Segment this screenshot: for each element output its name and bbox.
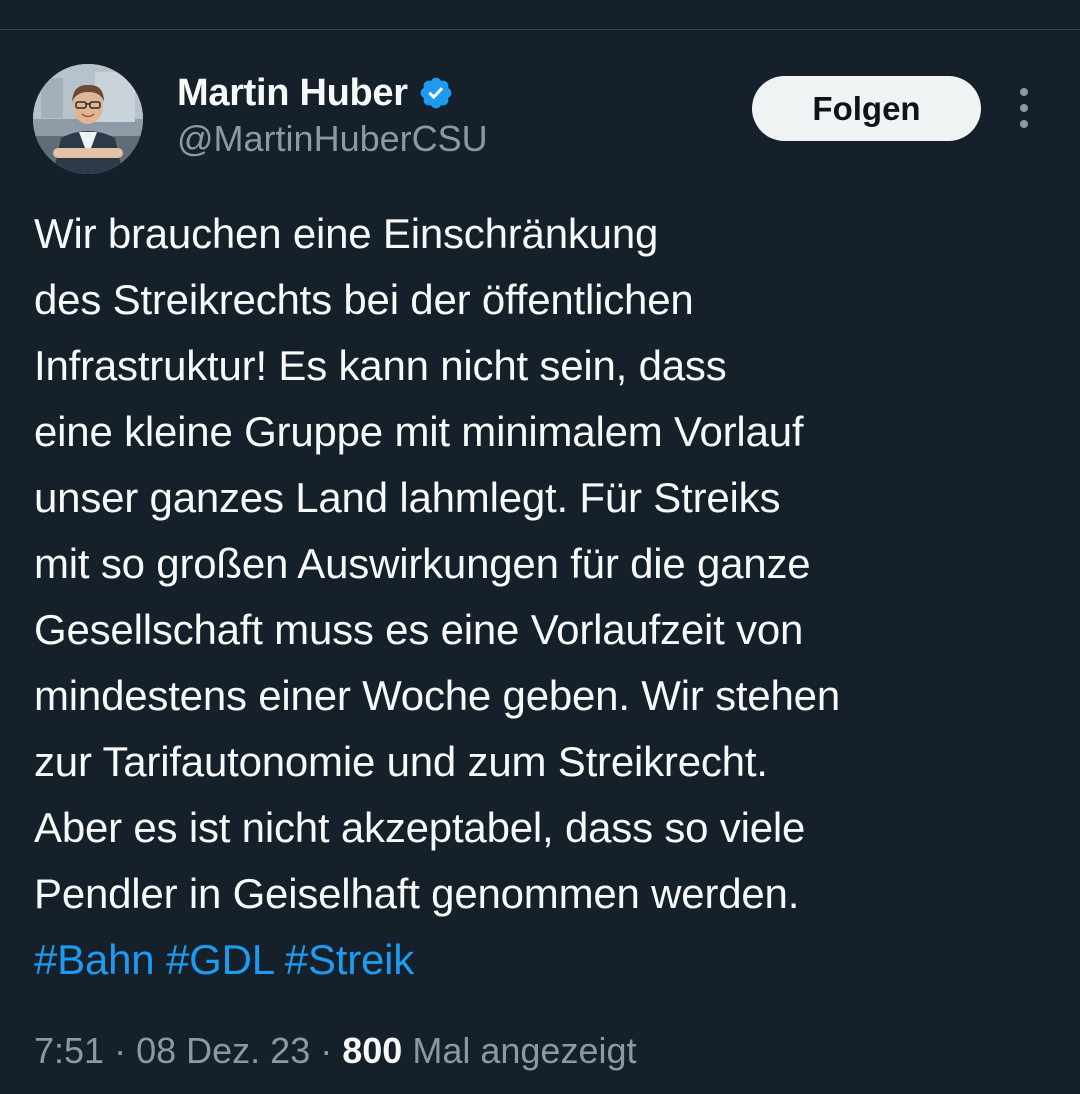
tweet-line: Infrastruktur! Es kann nicht sein, dass bbox=[34, 342, 727, 389]
hashtag-link[interactable]: #Streik bbox=[285, 936, 415, 983]
author-name[interactable]: Martin Huber bbox=[177, 72, 408, 115]
follow-button[interactable]: Folgen bbox=[752, 76, 981, 141]
hashtag-line: #Bahn #GDL #Streik bbox=[34, 927, 1064, 993]
tweet-text: Wir brauchen eine Einschränkung des Stre… bbox=[34, 201, 1064, 993]
tweet-line: Aber es ist nicht akzeptabel, dass so vi… bbox=[34, 804, 806, 851]
views-count[interactable]: 800 bbox=[342, 1030, 402, 1071]
more-options-icon[interactable] bbox=[1008, 88, 1040, 128]
views-label[interactable]: Mal angezeigt bbox=[412, 1030, 636, 1071]
hashtag-link[interactable]: #GDL bbox=[166, 936, 274, 983]
tweet-line: Pendler in Geiselhaft genommen werden. bbox=[34, 870, 800, 917]
avatar[interactable] bbox=[33, 64, 143, 174]
tweet-line: eine kleine Gruppe mit minimalem Vorlauf bbox=[34, 408, 804, 455]
more-dot bbox=[1020, 120, 1028, 128]
tweet-line: Wir brauchen eine Einschränkung bbox=[34, 210, 659, 257]
avatar-photo bbox=[33, 64, 143, 174]
hashtag-link[interactable]: #Bahn bbox=[34, 936, 155, 983]
more-dot bbox=[1020, 88, 1028, 96]
tweet-date[interactable]: 08 Dez. 23 bbox=[136, 1030, 310, 1071]
tweet-line: des Streikrechts bei der öffentlichen bbox=[34, 276, 694, 323]
meta-separator: · bbox=[320, 1030, 333, 1071]
tweet-line: Gesellschaft muss es eine Vorlaufzeit vo… bbox=[34, 606, 804, 653]
tweet-line: mit so großen Auswirkungen für die ganze bbox=[34, 540, 811, 587]
verified-badge-icon bbox=[420, 77, 452, 109]
tweet-line: unser ganzes Land lahmlegt. Für Streiks bbox=[34, 474, 781, 521]
author-name-row[interactable]: Martin Huber bbox=[177, 68, 454, 118]
meta-separator: · bbox=[114, 1030, 127, 1071]
more-dot bbox=[1020, 104, 1028, 112]
tweet-meta: 7:51 · 08 Dez. 23 · 800 Mal angezeigt bbox=[34, 1024, 637, 1078]
tweet-line: zur Tarifautonomie und zum Streikrecht. bbox=[34, 738, 768, 785]
tweet-line: mindestens einer Woche geben. Wir stehen bbox=[34, 672, 840, 719]
top-divider bbox=[0, 29, 1080, 30]
author-handle[interactable]: @MartinHuberCSU bbox=[177, 118, 488, 160]
tweet-time[interactable]: 7:51 bbox=[34, 1030, 104, 1071]
